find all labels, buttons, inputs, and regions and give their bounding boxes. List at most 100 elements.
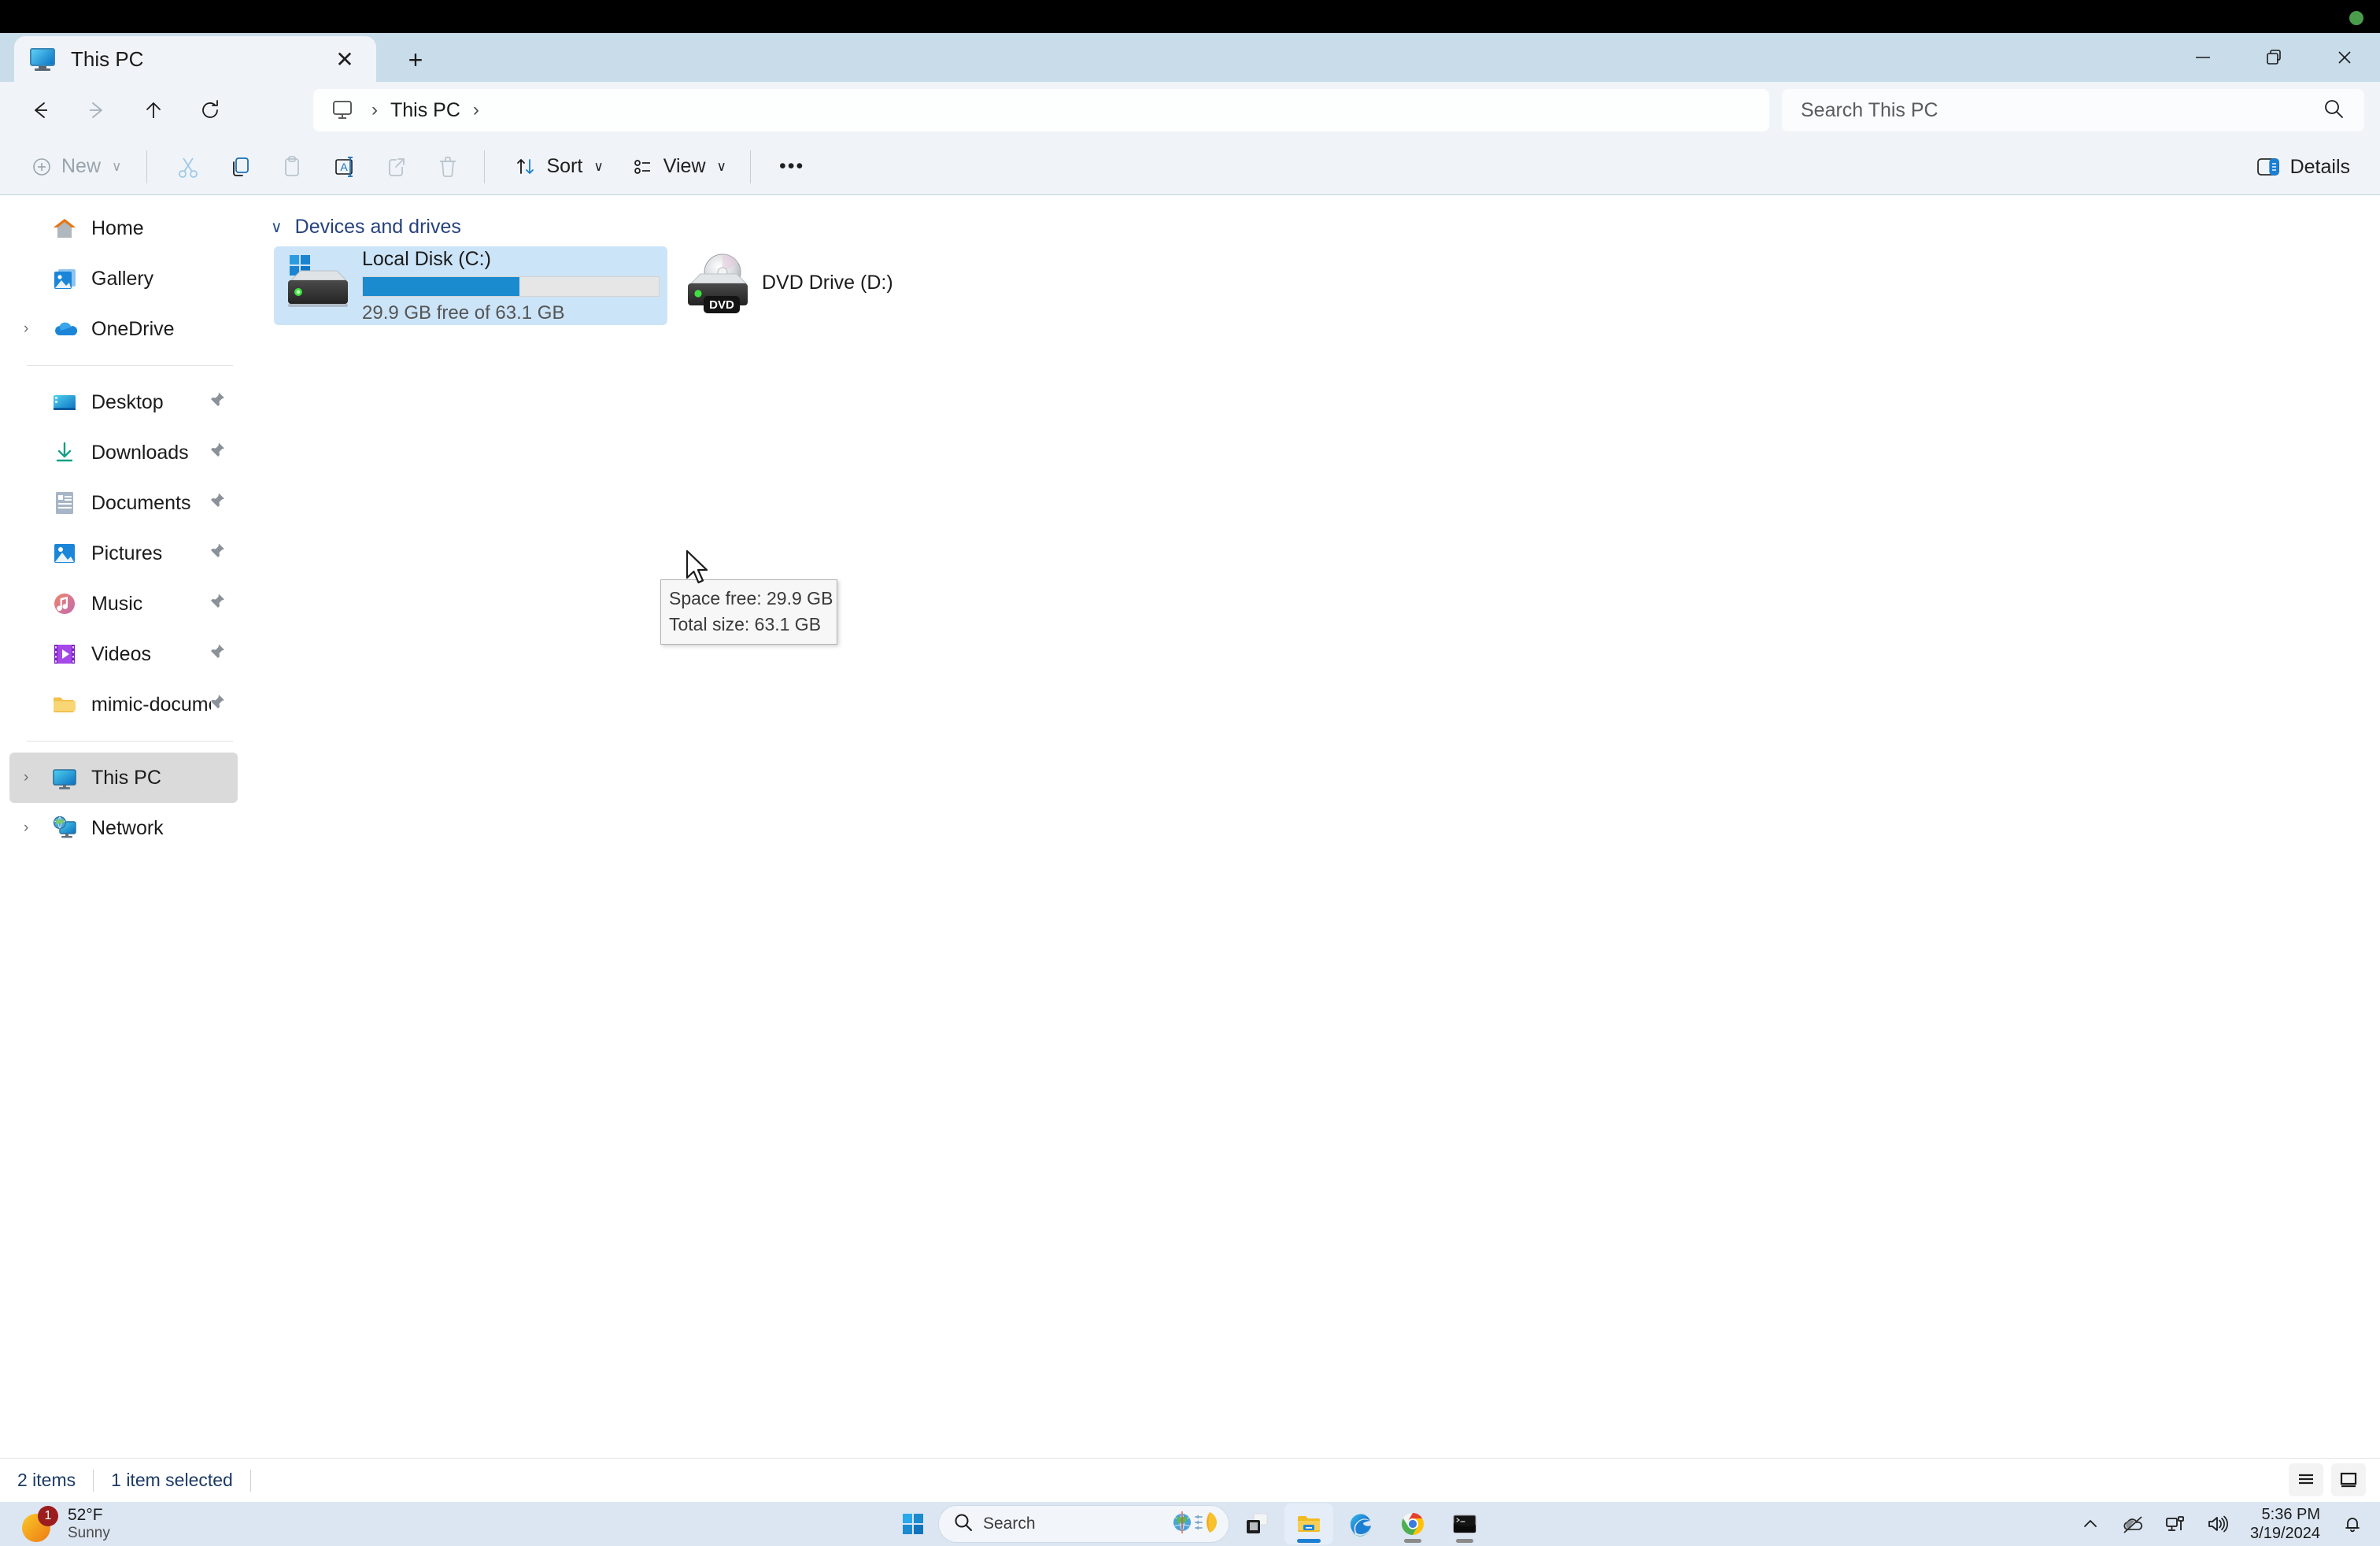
drive-tile-list: Local Disk (C:) 29.9 GB free of 63.1 GB xyxy=(271,246,2380,325)
status-selection-count: 1 item selected xyxy=(94,1470,250,1491)
list-view-icon[interactable] xyxy=(2289,1463,2323,1496)
tile-view-icon[interactable] xyxy=(2331,1463,2366,1496)
copy-button[interactable] xyxy=(216,146,264,187)
back-button[interactable] xyxy=(17,87,63,133)
pin-icon[interactable] xyxy=(206,642,227,667)
close-window-button[interactable] xyxy=(2309,33,2380,82)
notification-badge: 1 xyxy=(38,1506,58,1526)
new-button[interactable]: New ∨ xyxy=(17,146,134,187)
breadcrumb-separator: › xyxy=(359,99,390,121)
taskbar-search-placeholder: Search xyxy=(983,1515,1161,1533)
pin-icon[interactable] xyxy=(206,390,227,415)
window-controls xyxy=(2168,33,2380,82)
taskbar-search-box[interactable]: Search xyxy=(938,1505,1229,1543)
refresh-button[interactable] xyxy=(187,87,233,133)
sidebar-item-gallery[interactable]: › Gallery xyxy=(9,253,238,304)
this-pc-icon xyxy=(30,48,55,70)
downloads-icon xyxy=(50,438,79,467)
chevron-right-icon[interactable]: › xyxy=(24,320,50,338)
view-button-label: View xyxy=(663,155,706,178)
delete-button[interactable] xyxy=(424,146,471,187)
sidebar-item-label: Music xyxy=(91,593,142,616)
up-button[interactable] xyxy=(131,87,176,133)
globe-sun-icon xyxy=(1170,1509,1219,1540)
sidebar-item-videos[interactable]: › xyxy=(9,629,238,679)
volume-icon[interactable] xyxy=(2198,1504,2238,1544)
sidebar-item-downloads[interactable]: › Downloads xyxy=(9,427,238,478)
capacity-bar xyxy=(362,276,660,297)
taskbar-app-file-explorer[interactable] xyxy=(1284,1503,1333,1544)
search-placeholder: Search This PC xyxy=(1801,99,2322,122)
sort-button[interactable]: Sort ∨ xyxy=(502,146,614,187)
cut-button[interactable] xyxy=(164,146,212,187)
chevron-right-icon[interactable]: › xyxy=(24,769,50,786)
sidebar-item-home[interactable]: › Home xyxy=(9,203,238,253)
pin-icon[interactable] xyxy=(206,693,227,717)
taskbar-app-terminal[interactable] xyxy=(1440,1503,1489,1544)
breadcrumb-this-pc[interactable]: This PC xyxy=(390,99,460,122)
onedrive-offline-icon[interactable] xyxy=(2113,1504,2153,1544)
this-pc-icon xyxy=(331,99,354,121)
view-button[interactable]: View ∨ xyxy=(619,146,737,187)
drive-tile-dvd-d[interactable]: DVD DVD Drive (D:) xyxy=(674,246,910,325)
file-list-pane: ∨ Devices and drives xyxy=(247,195,2380,1458)
dvd-drive-icon: DVD xyxy=(680,252,756,320)
music-icon xyxy=(50,590,79,618)
new-tab-button[interactable]: + xyxy=(394,43,438,77)
weather-text: 52°F Sunny xyxy=(68,1506,110,1542)
sidebar-item-mimic-documents[interactable]: › mimic-documen xyxy=(9,679,238,730)
paste-button[interactable] xyxy=(268,146,316,187)
network-icon[interactable] xyxy=(2156,1504,2195,1544)
sidebar-item-desktop[interactable]: › Desktop xyxy=(9,377,238,427)
taskbar-app-edge[interactable] xyxy=(1336,1503,1385,1544)
sidebar-item-music[interactable]: › Music xyxy=(9,579,238,629)
drive-info: Local Disk (C:) 29.9 GB free of 63.1 GB xyxy=(362,248,661,324)
navigation-pane: › Home › xyxy=(0,195,247,1458)
sidebar-item-label: Downloads xyxy=(91,442,189,464)
forward-button[interactable] xyxy=(74,87,120,133)
sidebar-item-onedrive[interactable]: › OneDrive xyxy=(9,304,238,354)
tab-this-pc[interactable]: This PC ✕ xyxy=(14,36,376,82)
more-options-button[interactable]: ••• xyxy=(768,146,815,187)
close-tab-icon[interactable]: ✕ xyxy=(329,43,360,75)
start-button[interactable] xyxy=(891,1503,935,1544)
details-pane-button[interactable]: Details xyxy=(2246,146,2360,187)
weather-widget[interactable]: 1 52°F Sunny xyxy=(20,1506,110,1542)
address-bar[interactable]: › This PC › xyxy=(313,89,1769,131)
tab-strip: This PC ✕ + xyxy=(0,33,2380,82)
bell-icon[interactable] xyxy=(2333,1504,2372,1544)
pin-icon[interactable] xyxy=(206,491,227,516)
clock-date: 3/19/2024 xyxy=(2250,1524,2320,1543)
videos-icon xyxy=(50,640,79,668)
sidebar-item-label: Home xyxy=(91,217,144,240)
taskbar-app-task-view[interactable] xyxy=(1232,1503,1281,1544)
file-explorer-window: This PC ✕ + xyxy=(0,33,2380,1502)
group-header-devices-and-drives[interactable]: ∨ Devices and drives xyxy=(271,216,2380,239)
chevron-down-icon[interactable]: ∨ xyxy=(271,217,283,237)
sidebar-item-network[interactable]: › Network xyxy=(9,803,238,853)
pin-icon[interactable] xyxy=(206,441,227,465)
search-box[interactable]: Search This PC xyxy=(1782,89,2364,131)
pin-icon[interactable] xyxy=(206,542,227,566)
maximize-button[interactable] xyxy=(2238,33,2309,82)
sidebar-item-label: Network xyxy=(91,817,164,840)
minimize-button[interactable] xyxy=(2168,33,2238,82)
chevron-right-icon[interactable]: › xyxy=(24,819,50,837)
drive-tile-local-disk-c[interactable]: Local Disk (C:) 29.9 GB free of 63.1 GB xyxy=(274,246,667,325)
pin-icon[interactable] xyxy=(206,592,227,616)
taskbar-app-chrome[interactable] xyxy=(1388,1503,1437,1544)
sidebar-item-documents[interactable]: › Documents xyxy=(9,478,238,528)
sidebar-item-pictures[interactable]: › Pictures xyxy=(9,528,238,579)
sidebar-item-label: This PC xyxy=(91,767,161,790)
capacity-bar-fill xyxy=(363,277,519,296)
breadcrumb-separator-trailing[interactable]: › xyxy=(460,99,492,121)
tooltip-total-size: Total size: 63.1 GB xyxy=(669,612,829,638)
drive-name: DVD Drive (D:) xyxy=(762,272,904,294)
sidebar-item-label: OneDrive xyxy=(91,318,175,341)
sidebar-item-this-pc[interactable]: › This PC xyxy=(9,753,238,803)
home-icon xyxy=(50,214,79,242)
tray-overflow-button[interactable] xyxy=(2071,1504,2110,1544)
share-button[interactable] xyxy=(372,146,419,187)
rename-button[interactable]: A xyxy=(320,146,368,187)
clock-widget[interactable]: 5:36 PM 3/19/2024 xyxy=(2241,1505,2330,1543)
